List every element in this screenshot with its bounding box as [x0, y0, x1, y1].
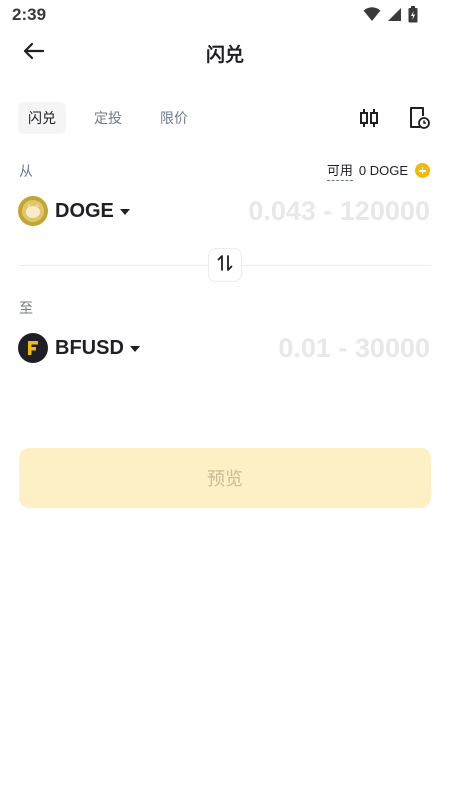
tab-limit[interactable]: 限价: [150, 102, 198, 134]
battery-icon: [408, 6, 418, 27]
mode-tabs: 闪兑 定投 限价: [18, 102, 216, 134]
swap-vertical-icon: [216, 254, 234, 276]
bfusd-logo-icon: [18, 333, 48, 363]
from-coin-selector[interactable]: DOGE: [18, 196, 130, 226]
from-coin-name: DOGE: [55, 199, 114, 222]
to-coin-row: BFUSD: [18, 331, 430, 365]
preview-button[interactable]: 预览: [19, 448, 431, 508]
plus-circle-icon[interactable]: [415, 163, 430, 178]
to-coin-selector[interactable]: BFUSD: [18, 333, 140, 363]
available-label[interactable]: 可用: [326, 160, 353, 181]
available-value: 0 DOGE: [358, 163, 408, 178]
status-time: 2:39: [12, 5, 47, 24]
status-icons: [363, 6, 418, 27]
tab-recurring[interactable]: 定投: [84, 102, 132, 134]
doge-logo-icon: [18, 196, 48, 226]
to-label: 至: [19, 301, 33, 317]
from-amount-input[interactable]: [190, 194, 430, 228]
status-bar: 2:39: [0, 0, 450, 30]
signal-icon: [387, 7, 402, 26]
to-coin-name: BFUSD: [55, 336, 124, 359]
page-title: 闪兑: [205, 44, 244, 66]
order-history-icon[interactable]: [407, 106, 431, 130]
candlestick-chart-icon[interactable]: [357, 106, 381, 130]
tab-flash-swap[interactable]: 闪兑: [18, 102, 66, 134]
to-amount-input[interactable]: [190, 331, 430, 365]
caret-down-icon: [119, 209, 130, 215]
swap-button[interactable]: [208, 248, 242, 282]
available-balance: 可用 0 DOGE: [326, 160, 430, 181]
wifi-icon: [363, 7, 381, 26]
from-coin-row: DOGE: [18, 194, 430, 228]
caret-down-icon: [129, 346, 140, 352]
app-header: 闪兑: [0, 30, 450, 76]
from-label: 从: [19, 164, 33, 180]
